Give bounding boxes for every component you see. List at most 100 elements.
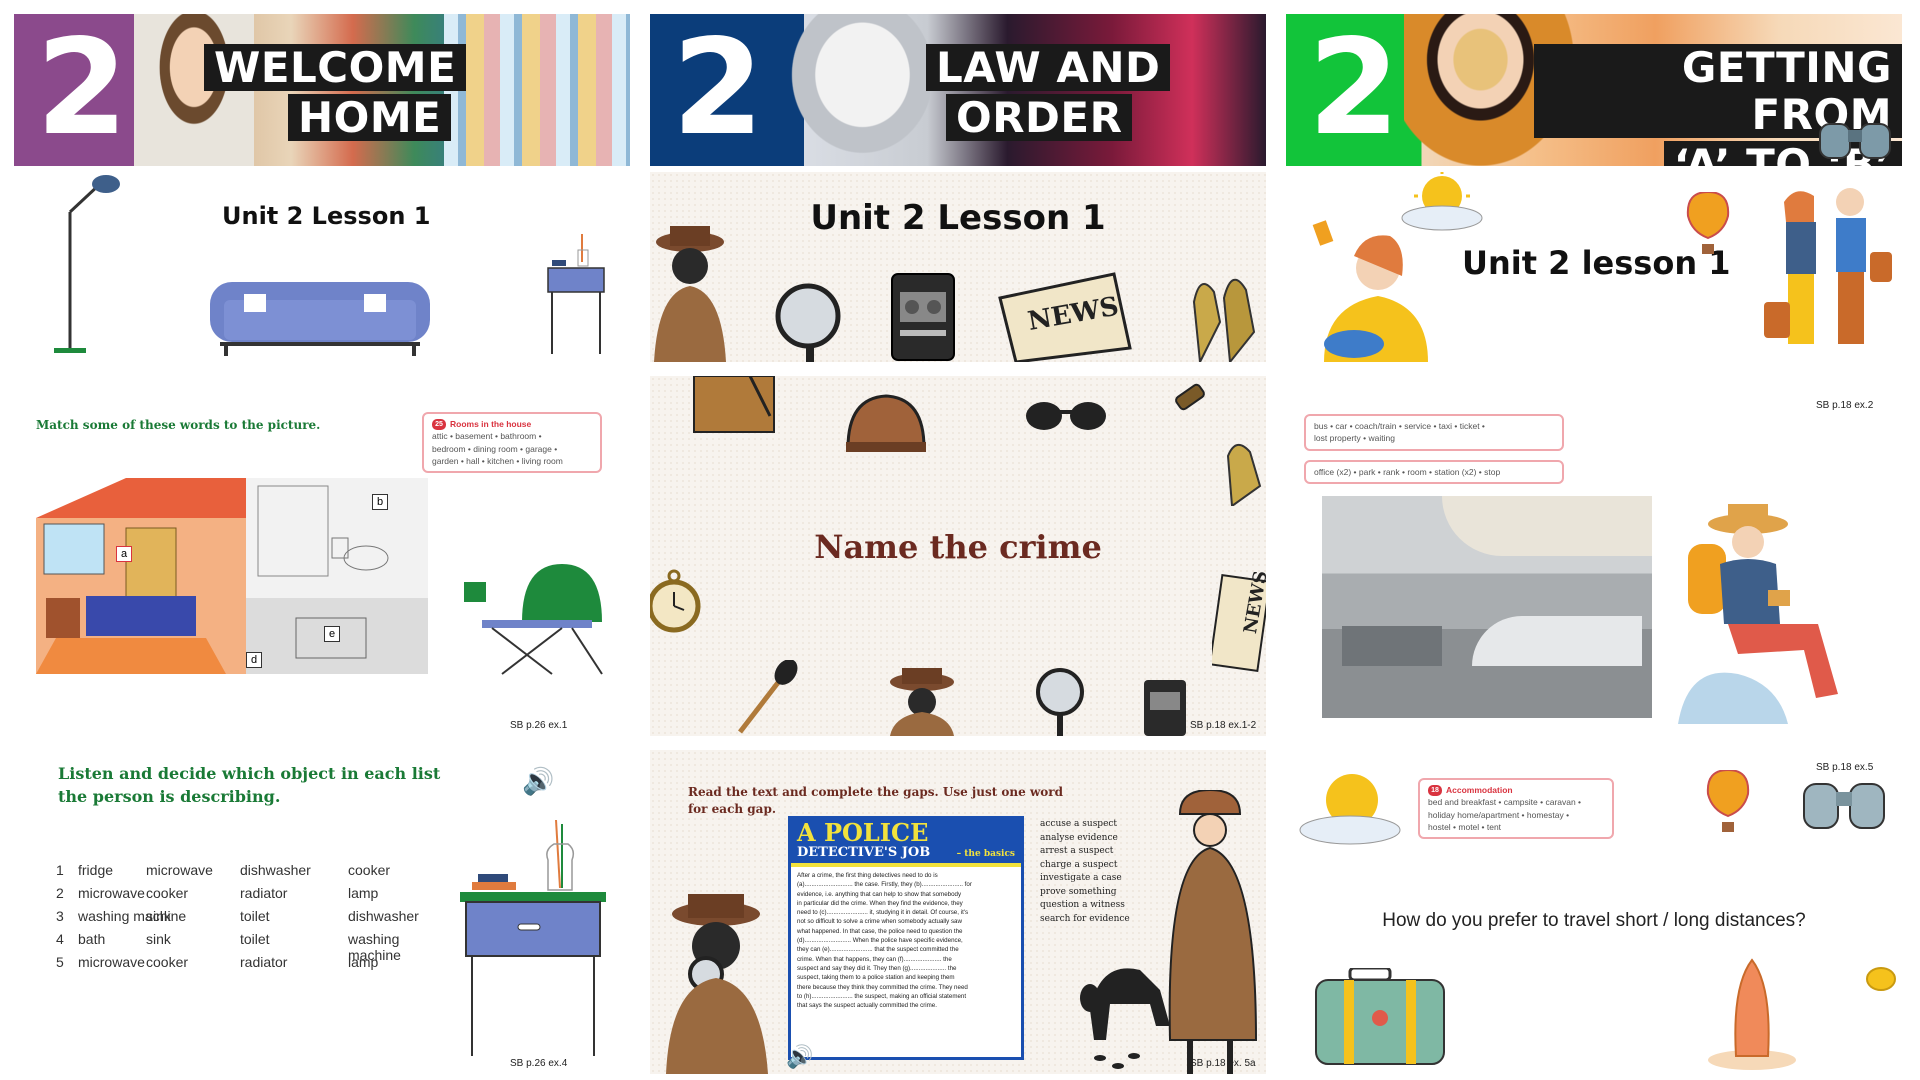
deerstalker-hat-icon bbox=[846, 394, 926, 452]
detective-icon bbox=[890, 668, 954, 736]
list-option[interactable]: radiator bbox=[240, 885, 287, 901]
surfboard-icon bbox=[1708, 958, 1796, 1070]
list-option[interactable]: dishwasher bbox=[348, 908, 419, 924]
list-option[interactable]: cooker bbox=[146, 954, 188, 970]
suitcase-icon bbox=[1315, 968, 1445, 1065]
side-table-icon bbox=[547, 234, 605, 354]
list-option[interactable]: microwave bbox=[78, 885, 145, 901]
page-reference: SB p.18 ex.2 bbox=[1816, 400, 1874, 411]
wordbox-line: bedroom • dining room • garage • bbox=[432, 443, 558, 454]
list-option[interactable]: microwave bbox=[146, 862, 213, 878]
list-option[interactable]: toilet bbox=[240, 931, 270, 947]
house-illustration: a b d e bbox=[36, 478, 428, 674]
list-option[interactable]: lamp bbox=[348, 954, 378, 970]
list-item-number: 4 bbox=[56, 931, 64, 947]
article-line: not so difficult to solve a crime when s… bbox=[797, 918, 962, 926]
sofa-icon bbox=[210, 282, 430, 356]
discussion-question: How do you prefer to travel short / long… bbox=[1382, 910, 1806, 931]
notebook-icon bbox=[693, 376, 775, 433]
list-option[interactable]: lamp bbox=[348, 885, 378, 901]
nightstand-icon bbox=[460, 820, 606, 1056]
detective-with-magnifier-icon bbox=[666, 894, 768, 1074]
selfie-woman-icon bbox=[1312, 220, 1428, 362]
list-item: 4 bath sink toilet washing machine bbox=[56, 931, 416, 963]
article-line: (a)............................ the case… bbox=[797, 881, 972, 889]
list-option[interactable]: sink bbox=[146, 908, 171, 924]
list-item-number: 5 bbox=[56, 954, 64, 970]
audio-speaker-icon[interactable]: 🔊 bbox=[786, 1044, 813, 1070]
wordbox-title: Accommodation bbox=[1446, 785, 1513, 795]
slide-title-law: Unit 2 Lesson 1 NEWS bbox=[650, 172, 1266, 362]
unit-number: 2 bbox=[1308, 14, 1400, 165]
hot-air-balloon-icon bbox=[1706, 770, 1750, 832]
wordbox-heading: 18 Accommodation bbox=[1428, 784, 1604, 796]
slide-title-travel: Unit 2 lesson 1 bbox=[1286, 172, 1902, 362]
banner-title: WELCOME HOME bbox=[204, 44, 467, 144]
slide-title-welcome: Unit 2 Lesson 1 bbox=[14, 172, 630, 362]
banner-welcome-home: 2 WELCOME HOME bbox=[14, 14, 630, 166]
sherlock-and-dog-icon bbox=[1080, 790, 1258, 1074]
slide-police-detective-job: Read the text and complete the gaps. Use… bbox=[650, 750, 1266, 1074]
unit-number: 2 bbox=[672, 14, 764, 165]
slide-listen-decide: Listen and decide which object in each l… bbox=[14, 750, 630, 1074]
list-option[interactable]: radiator bbox=[240, 954, 287, 970]
detective-icon bbox=[654, 226, 726, 362]
slide-travel-question: 18 Accommodation bed and breakfast • cam… bbox=[1286, 750, 1902, 1074]
instruction-line1: Read the text and complete the gaps. Use… bbox=[688, 785, 1064, 799]
wordbox-line: lost property • waiting bbox=[1314, 433, 1395, 444]
audio-speaker-icon[interactable]: 🔊 bbox=[522, 766, 554, 797]
house-cutaway-image bbox=[36, 478, 428, 674]
backpacker-icon bbox=[1678, 504, 1838, 724]
slide-travel-words: bus • car • coach/train • service • taxi… bbox=[1286, 376, 1902, 736]
slide-instruction: Listen and decide which object in each l… bbox=[58, 762, 440, 808]
hot-air-balloon-icon bbox=[1686, 192, 1730, 254]
article-line: what happened. In that case, the police … bbox=[797, 927, 963, 935]
list-option[interactable]: fridge bbox=[78, 862, 113, 878]
label-e[interactable]: e bbox=[324, 626, 340, 642]
slide-instruction: Read the text and complete the gaps. Use… bbox=[688, 784, 1063, 818]
list-option[interactable]: cooker bbox=[146, 885, 188, 901]
article-line: to (h)........................ the suspe… bbox=[797, 992, 967, 1000]
wordbox-2: office (x2) • park • rank • room • stati… bbox=[1304, 460, 1564, 484]
wordbox-title: Rooms in the house bbox=[450, 419, 532, 429]
article-line: evidence, i.e. anything that can help to… bbox=[797, 890, 962, 898]
list-option[interactable]: sink bbox=[146, 931, 171, 947]
slide-name-the-crime: Name the crime NEWS SB p.18 ex.1-2 bbox=[650, 376, 1266, 736]
slide-title: Name the crime bbox=[814, 528, 1102, 566]
list-option[interactable]: bath bbox=[78, 931, 105, 947]
label-d[interactable]: d bbox=[246, 652, 262, 668]
list-option[interactable]: toilet bbox=[240, 908, 270, 924]
seating-area bbox=[1342, 626, 1442, 666]
label-a[interactable]: a bbox=[116, 546, 132, 562]
article-line: (d)........................... When the … bbox=[797, 937, 963, 945]
article-title1: A POLICE bbox=[797, 818, 929, 847]
slide-instruction: Match some of these words to the picture… bbox=[36, 418, 321, 432]
reception-desk bbox=[1472, 616, 1642, 666]
ceiling-curve bbox=[1442, 496, 1652, 556]
list-item-number: 2 bbox=[56, 885, 64, 901]
binoculars-icon bbox=[1803, 783, 1885, 829]
article-title2: DETECTIVE'S JOB bbox=[797, 845, 931, 860]
instruction-line1: Listen and decide which object in each l… bbox=[58, 764, 441, 783]
label-b[interactable]: b bbox=[372, 494, 388, 510]
flashlight-icon bbox=[1175, 383, 1205, 411]
list-option[interactable]: cooker bbox=[348, 862, 390, 878]
article-line: After a crime, the first thing detective… bbox=[797, 872, 938, 879]
banner-title-line1: WELCOME bbox=[204, 44, 467, 91]
wordbox-line: attic • basement • bathroom • bbox=[432, 431, 542, 442]
binoculars-icon bbox=[1819, 123, 1891, 159]
article-box: A POLICE DETECTIVE'S JOB – the basics Af… bbox=[788, 816, 1024, 1060]
wordbox-badge: 18 bbox=[1428, 784, 1442, 796]
wordbox-line: bus • car • coach/train • service • taxi… bbox=[1314, 421, 1485, 431]
article-subtitle: – the basics bbox=[956, 849, 1015, 859]
wordbox-line: garden • hall • kitchen • living room bbox=[432, 455, 563, 466]
list-item-number: 1 bbox=[56, 862, 64, 878]
magnifying-glass-icon bbox=[775, 283, 841, 362]
banner-getting-from-a-to-b: 2 GETTING FROM ‘A’ TO ‘B’ bbox=[1286, 14, 1902, 166]
article-line: crime. When that happens, they can (f)..… bbox=[797, 955, 952, 963]
banner-title-line2: ORDER bbox=[946, 94, 1133, 141]
list-option[interactable]: dishwasher bbox=[240, 862, 311, 878]
travelling-couple-icon bbox=[1764, 188, 1892, 344]
wordbox-line: office (x2) • park • rank • room • stati… bbox=[1314, 467, 1501, 477]
list-option[interactable]: microwave bbox=[78, 954, 145, 970]
